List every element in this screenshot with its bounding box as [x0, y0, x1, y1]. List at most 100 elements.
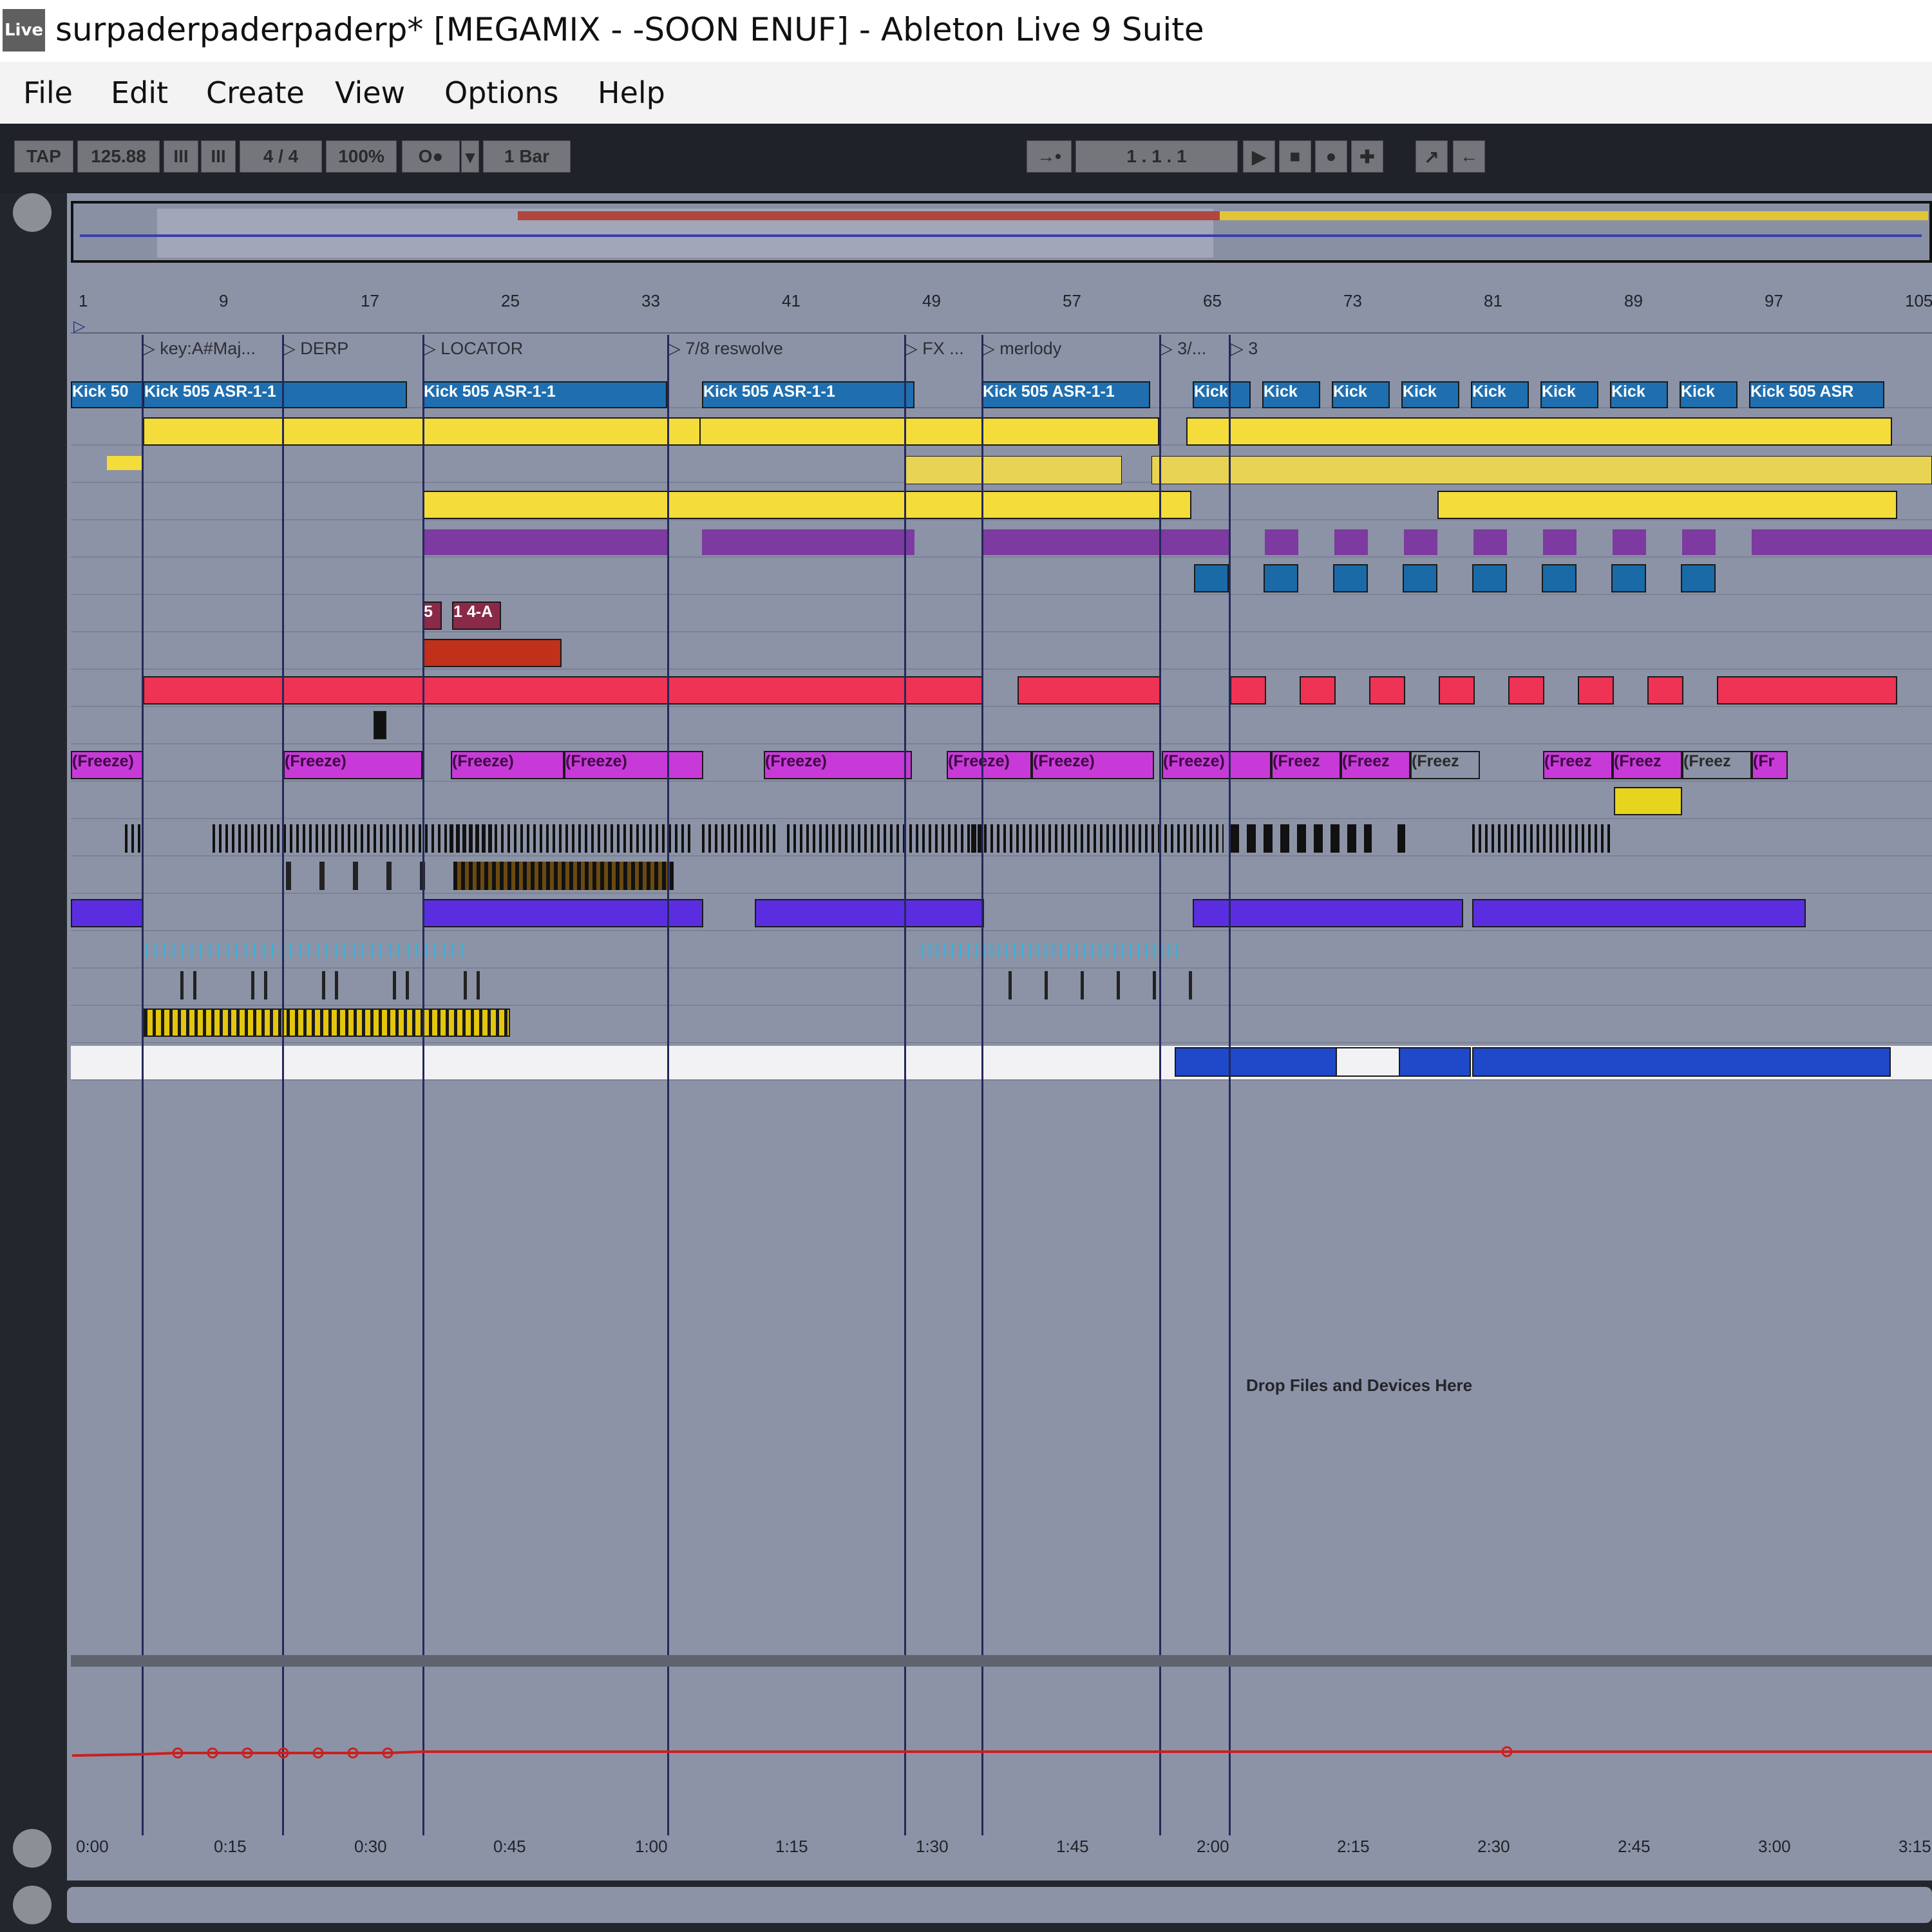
clip-blue-small[interactable] [1403, 564, 1437, 592]
clip-blue-small[interactable] [1681, 564, 1716, 592]
clip-blue[interactable] [1175, 1047, 1471, 1077]
clip-purple[interactable] [981, 529, 1230, 555]
clip-freeze[interactable]: (Freez [1341, 751, 1410, 779]
draw-mode-button[interactable]: ↗ [1416, 140, 1448, 173]
clip-yellow[interactable] [143, 417, 737, 446]
metronome-dropdown-arrow-icon[interactable]: ▾ [461, 140, 479, 173]
overdub-button[interactable]: ✚ [1351, 140, 1383, 173]
clip-blue-small[interactable] [1333, 564, 1368, 592]
clip-blue-small[interactable] [1611, 564, 1646, 592]
clip-kick[interactable]: Kick 50 [71, 381, 143, 408]
clip-freeze[interactable]: (Freeze) [764, 751, 912, 779]
clip-percussion[interactable] [971, 824, 1224, 853]
song-position-field[interactable]: 1 . 1 . 1 [1075, 140, 1238, 173]
locator[interactable]: ▷ LOCATOR [422, 339, 523, 359]
menu-create[interactable]: Create [206, 62, 305, 124]
clip-violet[interactable] [422, 899, 703, 927]
clip-blue-small[interactable] [1472, 564, 1507, 592]
clip-freeze[interactable]: (Freeze) [451, 751, 564, 779]
clip-freeze[interactable]: (Freeze) [1032, 751, 1154, 779]
track-lane[interactable] [71, 634, 1932, 670]
clip-kick[interactable]: Kick 505 ASR-1-1 [702, 381, 914, 408]
time-signature-field[interactable]: 4 / 4 [240, 140, 322, 173]
clip-kick[interactable]: Kick 505 ASR [1749, 381, 1884, 408]
back-to-arrangement-button[interactable]: ← [1453, 140, 1485, 173]
clip-freeze[interactable]: (Freeze) [564, 751, 703, 779]
clip-kick[interactable]: Kick [1471, 381, 1529, 408]
play-view-icon[interactable] [13, 1886, 52, 1924]
clip-yellow-thin[interactable] [1151, 456, 1932, 484]
clip-red[interactable] [1230, 676, 1266, 705]
clip-freeze[interactable]: (Freez [1613, 751, 1682, 779]
clip-yellow[interactable] [1186, 417, 1892, 446]
clip-rust[interactable] [422, 639, 562, 667]
beat-time-ruler[interactable]: 1 9 17 25 33 41 49 57 65 73 81 89 97 105 [71, 289, 1932, 321]
record-button[interactable]: ● [1315, 140, 1347, 173]
menu-edit[interactable]: Edit [111, 62, 168, 124]
follow-button[interactable]: →• [1027, 140, 1072, 173]
clip-red[interactable] [1018, 676, 1160, 705]
clip-kick[interactable]: Kick [1262, 381, 1320, 408]
master-track-divider[interactable] [71, 1655, 1932, 1667]
clip-purple[interactable] [1473, 529, 1507, 555]
clip-black[interactable] [374, 711, 386, 739]
clip-hihat[interactable] [143, 1009, 510, 1037]
clip-kick[interactable]: Kick [1540, 381, 1598, 408]
groove-pool-icon[interactable] [13, 1829, 52, 1868]
clip-percussion-dense[interactable] [453, 862, 674, 890]
clip-blue-small[interactable] [1194, 564, 1229, 592]
clip-purple[interactable] [1682, 529, 1716, 555]
clip-freeze[interactable]: (Freeze) [283, 751, 422, 779]
clip-percussion[interactable] [286, 862, 479, 890]
clip-purple[interactable] [1265, 529, 1298, 555]
clip-percussion[interactable] [1472, 824, 1613, 853]
locator[interactable]: ▷ DERP [282, 339, 348, 359]
menu-file[interactable]: File [23, 62, 73, 124]
clip-red[interactable] [143, 676, 983, 705]
clip-violet[interactable] [71, 899, 143, 927]
play-button[interactable]: ▶ [1243, 140, 1275, 173]
clip-kick[interactable]: Kick 505 ASR-1-1 [981, 381, 1150, 408]
clip-blue-small[interactable] [1264, 564, 1298, 592]
groove-amount-field[interactable]: 100% [326, 140, 397, 173]
clip-purple[interactable] [1334, 529, 1368, 555]
clip-yellow[interactable] [699, 417, 983, 446]
clip-percussion[interactable] [1397, 824, 1405, 853]
clip-freeze[interactable]: (Freeze) [71, 751, 143, 779]
clip-yellow-thin[interactable] [905, 456, 1122, 484]
locator[interactable]: ▷ 3/... [1159, 339, 1206, 359]
clip-white-gap[interactable] [1336, 1047, 1400, 1077]
overview-toggle-icon[interactable] [13, 193, 52, 232]
clip-automation-dots[interactable] [146, 943, 468, 957]
clip-freeze[interactable]: (Freez [1543, 751, 1613, 779]
clip-freeze[interactable]: (Freez [1682, 751, 1752, 779]
clip-kick[interactable]: Kick [1610, 381, 1668, 408]
locator[interactable]: ▷ 7/8 reswolve [667, 339, 783, 359]
clip-percussion[interactable] [787, 824, 983, 853]
clip-purple[interactable] [422, 529, 667, 555]
locator[interactable]: ▷ FX ... [904, 339, 964, 359]
clip-red[interactable] [1578, 676, 1614, 705]
clip-percussion[interactable] [702, 824, 779, 853]
drop-zone[interactable] [71, 1087, 1932, 1654]
clip-red[interactable] [1300, 676, 1336, 705]
clip-purple[interactable] [1613, 529, 1646, 555]
clip-violet[interactable] [1472, 899, 1806, 927]
clip-freeze[interactable]: (Freeze) [947, 751, 1032, 779]
clip-purple[interactable] [1404, 529, 1437, 555]
clip-percussion[interactable] [450, 824, 692, 853]
clip-percussion[interactable] [180, 971, 483, 999]
stop-button[interactable]: ■ [1279, 140, 1311, 173]
clip-automation-dots[interactable] [921, 943, 1179, 957]
clip-violet[interactable] [755, 899, 984, 927]
clip-red[interactable] [1369, 676, 1405, 705]
menu-options[interactable]: Options [444, 62, 559, 124]
loop-brace-row[interactable]: ▷ [71, 317, 1932, 335]
tempo-field[interactable]: 125.88 [77, 140, 160, 173]
clip-kick[interactable]: Kick 505 ASR-1-1 [143, 381, 407, 408]
clip-kick[interactable]: Kick [1193, 381, 1251, 408]
clip-blue[interactable] [1472, 1047, 1891, 1077]
clip-kick[interactable]: Kick [1680, 381, 1738, 408]
clip-kick[interactable]: Kick 505 ASR-1-1 [422, 381, 667, 408]
locator[interactable]: ▷ merlody [981, 339, 1061, 359]
